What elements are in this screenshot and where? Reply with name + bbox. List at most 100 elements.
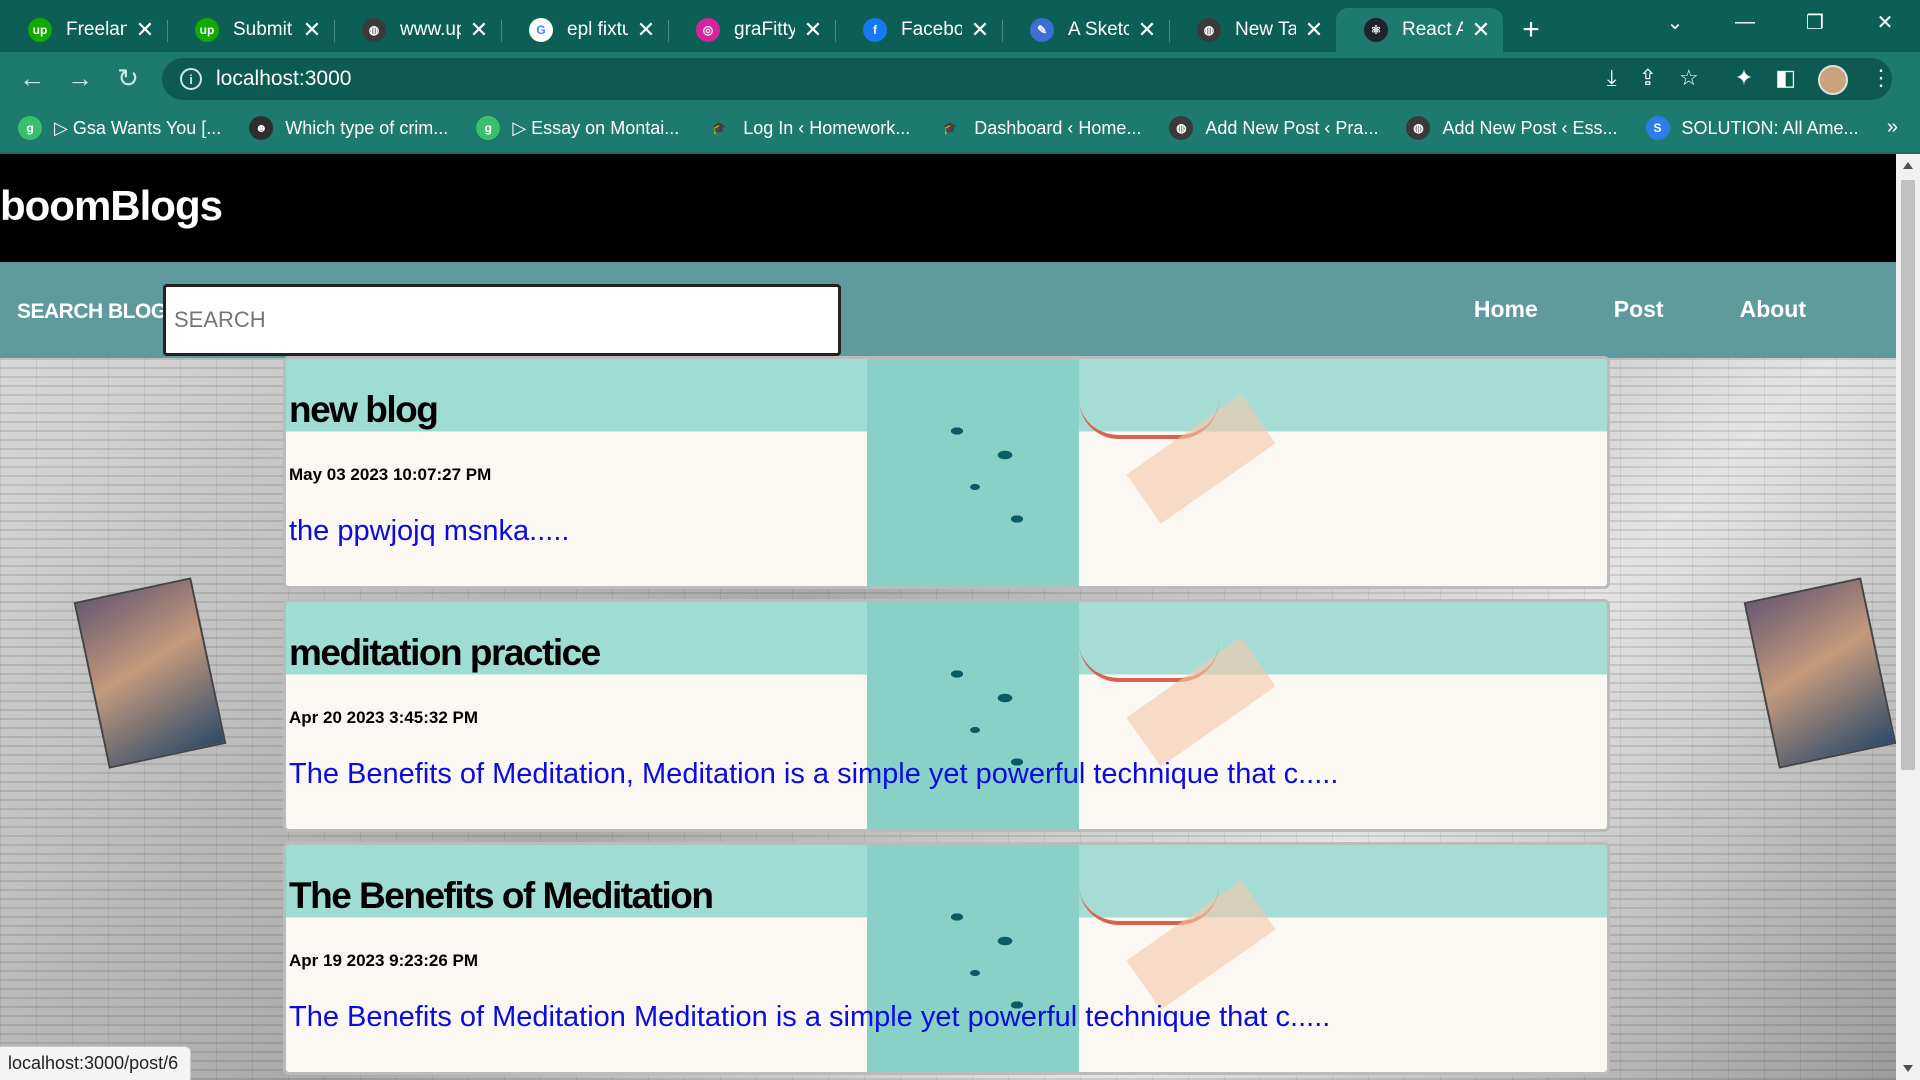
bookmark-label: ▷ Gsa Wants You [... (54, 117, 222, 138)
upwork-icon: up (195, 18, 219, 42)
restore-icon[interactable]: ❐ (1780, 0, 1850, 44)
window-close-icon[interactable]: ✕ (1850, 0, 1920, 44)
scroll-up-arrow-icon[interactable] (1903, 162, 1913, 169)
bookmark-item[interactable]: 🎓 Log In ‹ Homework... (707, 116, 910, 140)
tab-search-chevron-icon[interactable]: ⌄ (1640, 0, 1710, 44)
instagram-icon: ◎ (696, 18, 720, 42)
bookmark-item[interactable]: ☻ Which type of crim... (249, 116, 448, 140)
post-excerpt-link[interactable]: the ppwjojq msnka..... (289, 515, 569, 548)
address-bar[interactable]: i localhost:3000 ⤓ ⇪ ☆ ✦ ◧ ⋮ (162, 58, 1892, 100)
tab-close-icon[interactable]: ✕ (133, 17, 157, 43)
search-input[interactable] (163, 284, 841, 356)
new-tab-button[interactable]: + (1503, 8, 1559, 52)
bookmark-hat-icon: 🎓 (938, 116, 963, 140)
bookmark-label: ▷ Essay on Montai... (512, 117, 680, 138)
post-card[interactable]: The Benefits of Meditation Apr 19 2023 9… (283, 842, 1610, 1075)
chrome-menu-icon[interactable]: ⋮ (1870, 65, 1892, 95)
browser-tab[interactable]: Gepl fixtur ✕ (501, 8, 668, 52)
post-card[interactable]: new blog May 03 2023 10:07:27 PM the ppw… (283, 356, 1610, 589)
globe-icon: ◍ (1406, 116, 1431, 140)
tab-strip: upFreelance✕upSubmit a✕◍www.upv✕Gepl fix… (0, 0, 1920, 52)
nav-home-link[interactable]: Home (1474, 296, 1538, 323)
link-status-bar: localhost:3000/post/6 (0, 1046, 192, 1080)
browser-tab[interactable]: ◍ New Tab ✕ (1169, 8, 1336, 52)
reload-icon[interactable]: ↻ (104, 56, 152, 100)
nav-about-link[interactable]: About (1740, 296, 1806, 323)
address-text: localhost:3000 (216, 67, 352, 90)
side-panel-icon[interactable]: ◧ (1775, 65, 1796, 95)
tab-title: epl fixtur (567, 19, 628, 40)
extensions-puzzle-icon[interactable]: ✦ (1735, 65, 1753, 95)
globe-icon: ◍ (1197, 18, 1221, 42)
post-card[interactable]: meditation practice Apr 20 2023 3:45:32 … (283, 599, 1610, 832)
facebook-icon: f (863, 18, 887, 42)
minimize-icon[interactable]: — (1710, 0, 1780, 44)
back-arrow-icon[interactable]: ← (8, 56, 56, 100)
bookmark-item[interactable]: g ▷ Gsa Wants You [... (18, 116, 221, 140)
omnibox-actions: ⤓ ⇪ ☆ ✦ ◧ ⋮ (1607, 65, 1892, 95)
site-header: boomBlogs (0, 154, 1896, 262)
tab-title: www.upv (400, 19, 461, 40)
browser-tab[interactable]: ✎ A Sketch ✕ (1002, 8, 1169, 52)
bookmark-label: Add New Post ‹ Ess... (1442, 117, 1618, 138)
scrollbar-thumb[interactable] (1901, 180, 1915, 770)
post-date: May 03 2023 10:07:27 PM (289, 465, 492, 484)
page-scrollbar[interactable] (1896, 154, 1920, 1080)
scroll-down-arrow-icon[interactable] (1903, 1065, 1913, 1072)
tab-close-icon[interactable]: ✕ (801, 17, 825, 43)
bookmark-item[interactable]: g ▷ Essay on Montai... (476, 116, 679, 140)
post-excerpt-link[interactable]: The Benefits of Meditation, Meditation i… (289, 758, 1338, 791)
plus-icon: + (1522, 13, 1540, 46)
bookmark-item[interactable]: ◍ Add New Post ‹ Ess... (1406, 116, 1618, 140)
post-list: new blog May 03 2023 10:07:27 PM the ppw… (283, 356, 1610, 1080)
install-app-icon[interactable]: ⤓ (1607, 65, 1617, 95)
bookmark-label: Add New Post ‹ Pra... (1205, 117, 1379, 138)
bookmark-star-icon[interactable]: ☆ (1679, 65, 1699, 95)
upwork-icon: up (28, 18, 52, 42)
bookmark-item[interactable]: 🎓 Dashboard ‹ Home... (938, 116, 1141, 140)
post-title: The Benefits of Meditation (289, 875, 714, 916)
tab-close-icon[interactable]: ✕ (1302, 17, 1326, 43)
tab-close-icon[interactable]: ✕ (634, 17, 658, 43)
nav-post-link[interactable]: Post (1614, 296, 1664, 323)
browser-tab[interactable]: ◎ graFitty (✕ (668, 8, 835, 52)
bookmark-site-icon: g (476, 116, 501, 140)
tab-title: New Tab (1235, 19, 1296, 40)
tab-title: A Sketch (1068, 19, 1129, 40)
window-controls: ⌄ — ❐ ✕ (1640, 0, 1920, 44)
tab-title: Freelance (66, 19, 127, 40)
bookmarks-bar: g ▷ Gsa Wants You [... ☻ Which type of crim… (0, 104, 1920, 152)
forward-arrow-icon[interactable]: → (56, 56, 104, 100)
browser-tab[interactable]: up Submit a ✕ (167, 8, 334, 52)
browser-toolbar: ← → ↻ i localhost:3000 ⤓ ⇪ ☆ ✦ ◧ ⋮ (0, 52, 1920, 104)
tab-close-icon[interactable]: ✕ (968, 17, 992, 43)
profile-avatar[interactable] (1818, 65, 1848, 95)
browser-tab[interactable]: ◍ www.upv ✕ (334, 8, 501, 52)
bookmarks-overflow-icon[interactable]: » (1887, 116, 1898, 139)
post-excerpt-link[interactable]: The Benefits of Meditation Meditation is… (289, 1001, 1330, 1034)
tab-close-icon[interactable]: ✕ (1469, 17, 1493, 43)
tab-close-icon[interactable]: ✕ (1135, 17, 1159, 43)
bookmark-item[interactable]: S SOLUTION: All Ame... (1645, 116, 1859, 140)
browser-tab[interactable]: up Freelance ✕ (0, 8, 167, 52)
tab-close-icon[interactable]: ✕ (467, 17, 491, 43)
sketch-icon: ✎ (1030, 18, 1054, 42)
share-icon[interactable]: ⇪ (1639, 65, 1657, 95)
tab-list: upFreelance✕upSubmit a✕◍www.upv✕Gepl fix… (0, 8, 1503, 52)
site-title[interactable]: boomBlogs (0, 182, 223, 230)
browser-tab[interactable]: f Faceboo ✕ (835, 8, 1002, 52)
bookmark-label: Which type of crim... (285, 117, 449, 138)
search-label: SEARCH BLOGS (17, 300, 181, 323)
google-icon: G (529, 18, 553, 42)
site-navbar: SEARCH BLOGS Home Post About (0, 262, 1896, 358)
bookmark-item[interactable]: ◍ Add New Post ‹ Pra... (1169, 116, 1378, 140)
post-date: Apr 20 2023 3:45:32 PM (289, 708, 478, 727)
bookmark-site-icon: g (18, 116, 42, 140)
site-info-icon[interactable]: i (180, 68, 202, 90)
background-collage-image (1743, 577, 1896, 769)
browser-tab[interactable]: ⚛ React Ap ✕ (1336, 8, 1503, 52)
tab-close-icon[interactable]: ✕ (300, 17, 324, 43)
bookmark-list: g ▷ Gsa Wants You [... ☻ Which type of crim… (18, 116, 1887, 140)
globe-icon: ◍ (1169, 116, 1194, 140)
tab-title: React Ap (1402, 19, 1463, 40)
